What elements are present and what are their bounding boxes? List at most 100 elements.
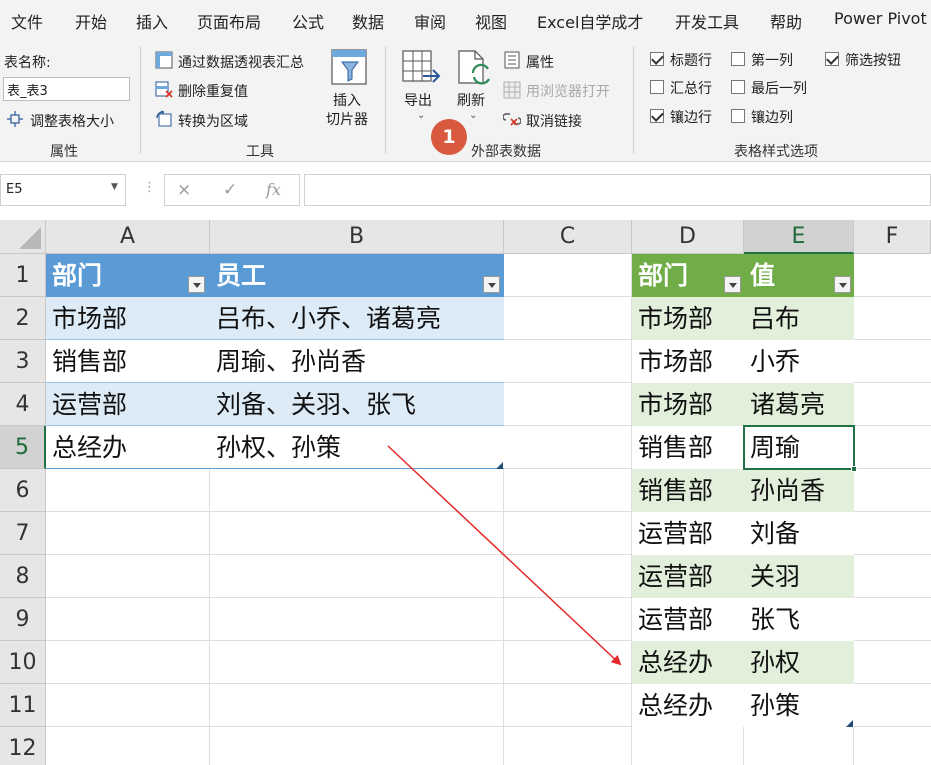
- table2-cell[interactable]: 运营部: [632, 512, 744, 555]
- table2-filter-button-department[interactable]: [724, 276, 741, 293]
- table1-cell[interactable]: 孙权、孙策: [210, 426, 504, 469]
- table2-cell[interactable]: 关羽: [744, 555, 854, 598]
- cancel-icon[interactable]: ×: [177, 180, 191, 200]
- refresh-button[interactable]: 刷新: [457, 90, 485, 110]
- column-header-f[interactable]: F: [854, 220, 931, 254]
- tab-insert[interactable]: 插入: [136, 9, 168, 33]
- row-header-11[interactable]: 11: [0, 684, 46, 727]
- tab-home[interactable]: 开始: [75, 9, 107, 33]
- table2-cell[interactable]: 诸葛亮: [744, 383, 854, 426]
- table1-cell[interactable]: 刘备、关羽、张飞: [210, 383, 504, 426]
- tab-file[interactable]: 文件: [11, 9, 43, 33]
- filter-button-checkbox[interactable]: [825, 52, 839, 66]
- table1-cell[interactable]: 市场部: [46, 297, 210, 340]
- insert-function-icon[interactable]: fx: [266, 180, 281, 199]
- name-box-dropdown-icon[interactable]: ▼: [111, 182, 118, 192]
- pivot-table-icon: [155, 51, 173, 69]
- row-header-10[interactable]: 10: [0, 641, 46, 684]
- refresh-dropdown-caret[interactable]: ⌄: [469, 110, 477, 121]
- external-properties-button[interactable]: 属性: [526, 52, 554, 72]
- column-header-c[interactable]: C: [504, 220, 632, 254]
- spreadsheet-grid: A B C D E F 1 2 3 4 5 6 7 8 9 10 11 12 部…: [0, 220, 931, 765]
- convert-to-range-button[interactable]: 转换为区域: [178, 111, 248, 131]
- formula-buttons: × ✓ fx: [164, 174, 300, 206]
- table2-cell[interactable]: 总经办: [632, 684, 744, 727]
- summarize-pivot-button[interactable]: 通过数据透视表汇总: [178, 52, 304, 72]
- unlink-button[interactable]: 取消链接: [526, 111, 582, 131]
- export-button[interactable]: 导出: [404, 90, 432, 110]
- row-header-5[interactable]: 5: [0, 426, 46, 469]
- row-header-8[interactable]: 8: [0, 555, 46, 598]
- table2-filter-button-value[interactable]: [834, 276, 851, 293]
- row-header-9[interactable]: 9: [0, 598, 46, 641]
- header-row-checkbox[interactable]: [650, 52, 664, 66]
- tab-data[interactable]: 数据: [352, 9, 384, 33]
- table2-cell[interactable]: 小乔: [744, 340, 854, 383]
- name-box[interactable]: E5: [0, 174, 126, 206]
- tab-power-pivot[interactable]: Power Pivot: [834, 9, 927, 28]
- table2-cell[interactable]: 吕布: [744, 297, 854, 340]
- tab-view[interactable]: 视图: [475, 9, 507, 33]
- fill-handle[interactable]: [851, 466, 857, 472]
- banded-rows-checkbox[interactable]: [650, 109, 664, 123]
- row-header-1[interactable]: 1: [0, 254, 46, 297]
- table2-cell[interactable]: 市场部: [632, 340, 744, 383]
- select-all-button[interactable]: [0, 220, 46, 254]
- tab-help[interactable]: 帮助: [770, 9, 802, 33]
- table2-cell[interactable]: 运营部: [632, 555, 744, 598]
- column-header-b[interactable]: B: [210, 220, 504, 254]
- table1-cell[interactable]: 吕布、小乔、诸葛亮: [210, 297, 504, 340]
- banded-columns-checkbox[interactable]: [731, 109, 745, 123]
- table2-cell[interactable]: 刘备: [744, 512, 854, 555]
- tab-page-layout[interactable]: 页面布局: [197, 9, 261, 33]
- row-header-12[interactable]: 12: [0, 727, 46, 765]
- table2-cell[interactable]: 销售部: [632, 426, 744, 469]
- group-separator: [140, 46, 141, 154]
- table1-cell[interactable]: 运营部: [46, 383, 210, 426]
- table2-cell[interactable]: 市场部: [632, 297, 744, 340]
- table1-cell[interactable]: 总经办: [46, 426, 210, 469]
- table1-filter-button-department[interactable]: [188, 276, 205, 293]
- row-header-6[interactable]: 6: [0, 469, 46, 512]
- row-header-4[interactable]: 4: [0, 383, 46, 426]
- table1-cell[interactable]: 销售部: [46, 340, 210, 383]
- table1-cell[interactable]: 周瑜、孙尚香: [210, 340, 504, 383]
- group-label-external-data: 外部表数据: [471, 144, 541, 160]
- enter-icon[interactable]: ✓: [223, 180, 237, 200]
- total-row-checkbox[interactable]: [650, 80, 664, 94]
- table1-header-department[interactable]: 部门: [46, 254, 210, 297]
- formula-input[interactable]: [304, 174, 931, 206]
- column-header-d[interactable]: D: [632, 220, 744, 254]
- column-header-a[interactable]: A: [46, 220, 210, 254]
- table2-cell[interactable]: 总经办: [632, 641, 744, 684]
- row-header-2[interactable]: 2: [0, 297, 46, 340]
- last-column-checkbox[interactable]: [731, 80, 745, 94]
- insert-slicer-label-2[interactable]: 切片器: [326, 109, 368, 129]
- row-header-7[interactable]: 7: [0, 512, 46, 555]
- refresh-icon: [458, 50, 490, 85]
- table1-header-employees[interactable]: 员工: [210, 254, 504, 297]
- column-header-e[interactable]: E: [744, 220, 854, 254]
- table2-cell[interactable]: 销售部: [632, 469, 744, 512]
- row-header-3[interactable]: 3: [0, 340, 46, 383]
- tab-developer[interactable]: 开发工具: [675, 9, 739, 33]
- table2-cell[interactable]: 孙尚香: [744, 469, 854, 512]
- group-separator: [633, 46, 634, 154]
- ribbon: 表名称: 调整表格大小 属性 通过数据透视表汇总 删除重复值 转换为区域 插入 …: [0, 40, 931, 162]
- table2-cell[interactable]: 运营部: [632, 598, 744, 641]
- open-in-browser-button[interactable]: 用浏览器打开: [526, 81, 610, 101]
- export-dropdown-caret[interactable]: ⌄: [417, 110, 425, 121]
- table2-cell[interactable]: 张飞: [744, 598, 854, 641]
- tab-formulas[interactable]: 公式: [292, 9, 324, 33]
- table2-cell[interactable]: 孙策: [744, 684, 854, 727]
- remove-duplicates-button[interactable]: 删除重复值: [178, 81, 248, 101]
- table2-cell[interactable]: 市场部: [632, 383, 744, 426]
- insert-slicer-label-1[interactable]: 插入: [333, 90, 361, 110]
- table2-cell[interactable]: 孙权: [744, 641, 854, 684]
- tab-review[interactable]: 审阅: [414, 9, 446, 33]
- first-column-checkbox[interactable]: [731, 52, 745, 66]
- resize-table-button[interactable]: 调整表格大小: [30, 111, 114, 131]
- tab-excel-self-study[interactable]: Excel自学成才: [537, 9, 643, 33]
- table-name-input[interactable]: [3, 77, 130, 101]
- table1-filter-button-employees[interactable]: [483, 276, 500, 293]
